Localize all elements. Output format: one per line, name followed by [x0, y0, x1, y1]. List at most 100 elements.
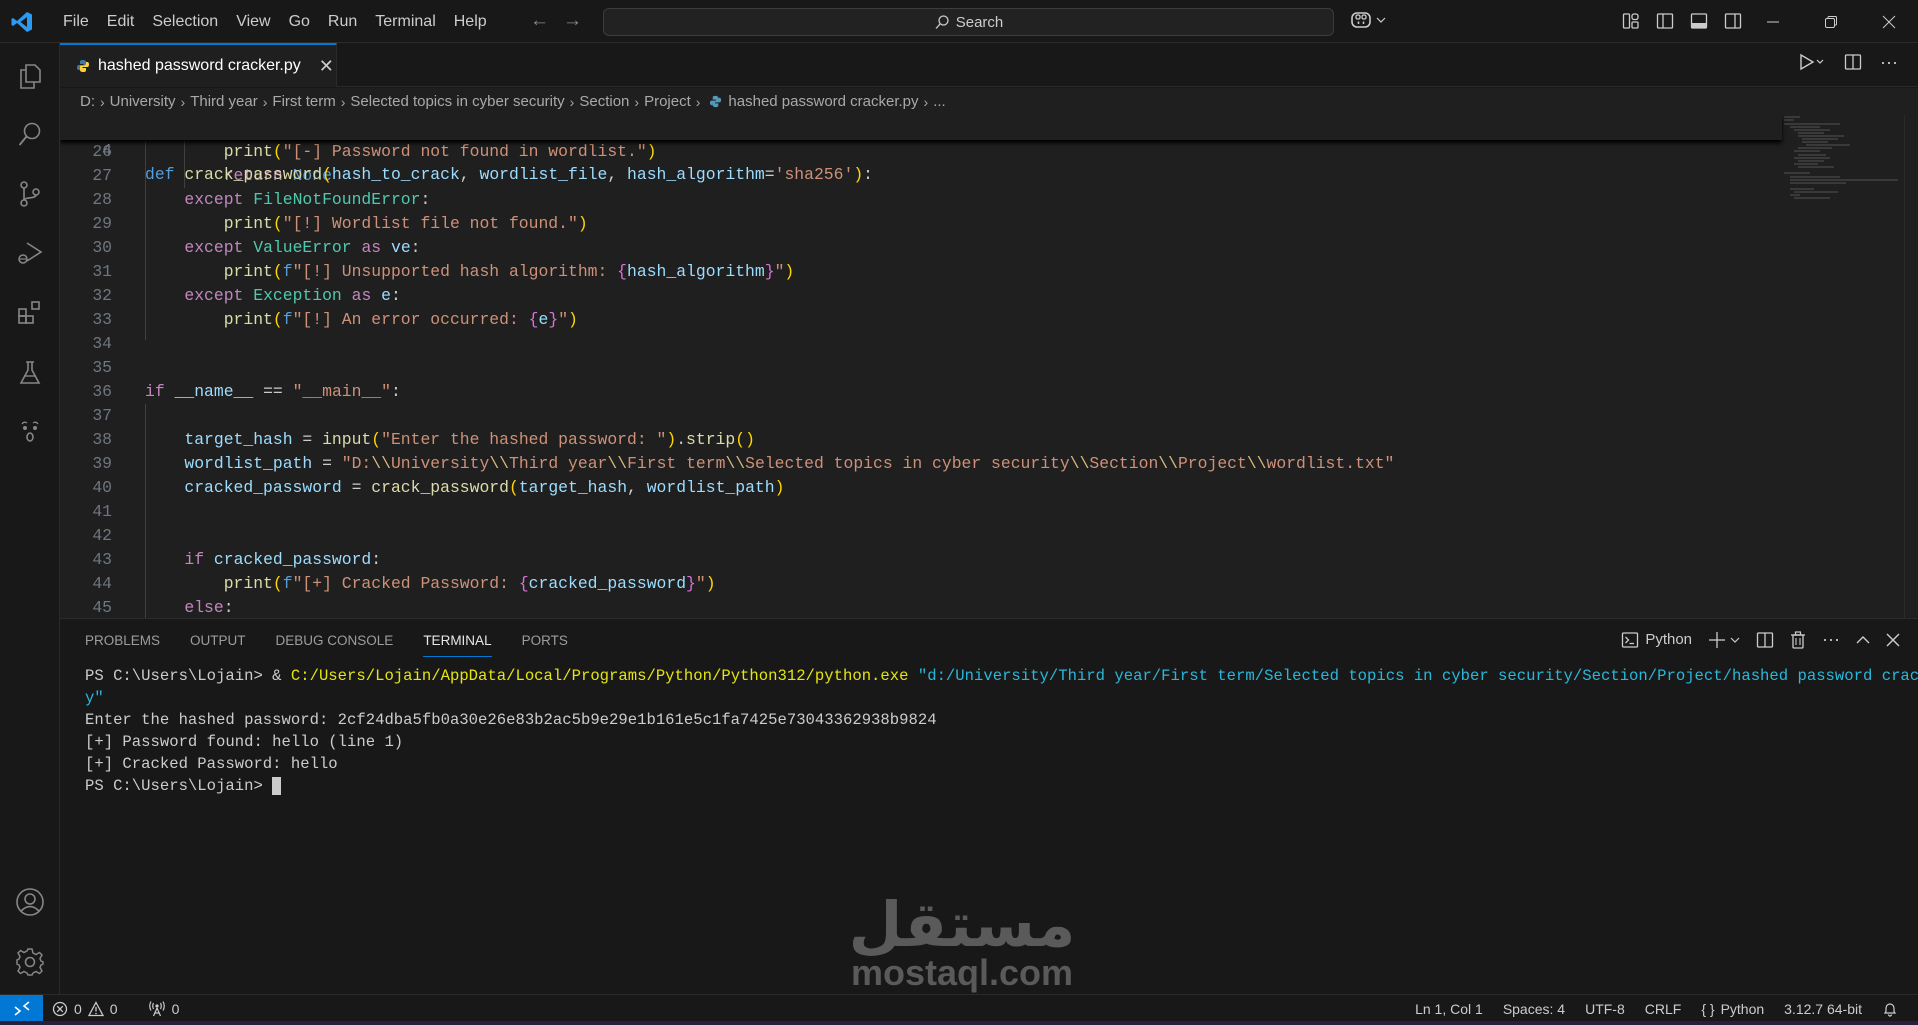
code-line-row: 33 print(f"[!] An error occurred: {e}")	[60, 308, 1780, 332]
cursor-position[interactable]: Ln 1, Col 1	[1415, 1001, 1483, 1017]
chevron-right-icon: ›	[695, 93, 701, 110]
code-line-row: 35	[60, 356, 1780, 380]
python-file-icon	[76, 59, 90, 73]
code-line-row: 28 except FileNotFoundError:	[60, 188, 1780, 212]
menu-selection[interactable]: Selection	[143, 0, 227, 43]
close-tab-icon[interactable]: ✕	[319, 56, 334, 77]
tab-ports[interactable]: PORTS	[522, 619, 568, 663]
menu-edit[interactable]: Edit	[98, 0, 144, 43]
terminal-operator: &	[272, 667, 291, 685]
menu-bar: File Edit Selection View Go Run Terminal…	[54, 0, 496, 43]
warning-count: 0	[109, 1000, 118, 1017]
chevron-right-icon: ›	[340, 93, 346, 110]
line-number: 35	[92, 358, 112, 377]
mostaql-watermark: مستقل mostaql.com	[842, 894, 1082, 993]
terminal-instance-selector[interactable]: Python	[1621, 631, 1692, 649]
tab-terminal[interactable]: TERMINAL	[423, 619, 492, 663]
python-interpreter[interactable]: 3.12.7 64-bit	[1784, 1001, 1862, 1017]
maximize-panel-chevron-up-icon[interactable]	[1856, 635, 1870, 645]
menu-file[interactable]: File	[54, 0, 98, 43]
code-line: cracked_password = crack_password(target…	[184, 478, 785, 497]
ports-count: 0	[171, 1000, 180, 1017]
tab-debug-console[interactable]: DEBUG CONSOLE	[276, 619, 394, 663]
code-line-row: 40 cracked_password = crack_password(tar…	[60, 476, 1780, 500]
python-environments-icon[interactable]	[13, 414, 47, 448]
terminal-prompt: PS C:\Users\Lojain>	[85, 777, 273, 795]
watermark-latin: mostaql.com	[850, 952, 1074, 993]
run-python-file-icon[interactable]	[1798, 53, 1826, 71]
language-mode[interactable]: { } Python	[1701, 1001, 1764, 1017]
close-window-button[interactable]	[1860, 0, 1918, 43]
breadcrumb-item[interactable]: University	[110, 93, 176, 110]
remote-indicator-button[interactable]	[0, 995, 43, 1022]
code-line-row: 29 print("[!] Wordlist file not found.")	[60, 212, 1780, 236]
line-number: 45	[92, 598, 112, 617]
new-terminal-button[interactable]	[1708, 631, 1740, 649]
menu-terminal[interactable]: Terminal	[366, 0, 444, 43]
indentation[interactable]: Spaces: 4	[1503, 1001, 1565, 1017]
accounts-icon[interactable]	[13, 885, 47, 919]
line-number: 30	[92, 238, 112, 257]
breadcrumb-file[interactable]: hashed password cracker.py	[728, 93, 918, 110]
more-actions-icon[interactable]: ···	[1880, 53, 1898, 71]
menu-view[interactable]: View	[227, 0, 279, 43]
extensions-icon[interactable]	[13, 296, 47, 330]
tab-hashed-password-cracker[interactable]: hashed password cracker.py ✕	[60, 43, 337, 87]
kill-terminal-trash-icon[interactable]	[1790, 630, 1806, 649]
terminal-output-line: [+] Cracked Password: hello	[85, 755, 338, 773]
menu-help[interactable]: Help	[445, 0, 496, 43]
terminal-argument-wrap: y"	[85, 689, 104, 707]
breadcrumb-item[interactable]: Project	[644, 93, 691, 110]
copilot-button[interactable]	[1350, 10, 1386, 30]
line-number: 38	[92, 430, 112, 449]
tab-output[interactable]: OUTPUT	[190, 619, 246, 663]
breadcrumb-item[interactable]: Third year	[190, 93, 258, 110]
code-line: except ValueError as ve:	[184, 238, 421, 257]
source-control-icon[interactable]	[13, 177, 47, 211]
breadcrumb-item[interactable]: D:	[80, 93, 95, 110]
testing-icon[interactable]	[13, 356, 47, 390]
back-arrow-icon[interactable]: ←	[530, 10, 549, 32]
toggle-primary-sidebar-icon[interactable]	[1654, 10, 1676, 32]
run-and-debug-icon[interactable]	[13, 236, 47, 270]
status-problems[interactable]: 0 0 0	[52, 995, 179, 1022]
terminal-output[interactable]: PS C:\Users\Lojain> & C:/Users/Lojain/Ap…	[85, 665, 1918, 797]
code-editor[interactable]: 4 def crack_password(hash_to_crack, word…	[60, 115, 1918, 618]
more-actions-icon[interactable]: ···	[1822, 629, 1840, 650]
explorer-icon[interactable]	[13, 59, 47, 93]
toggle-panel-icon[interactable]	[1688, 10, 1710, 32]
command-center-search[interactable]: Search	[603, 8, 1334, 36]
notifications-bell-icon[interactable]	[1882, 1001, 1898, 1017]
line-number: 39	[92, 454, 112, 473]
menu-go[interactable]: Go	[280, 0, 319, 43]
sticky-scroll-line[interactable]: 4 def crack_password(hash_to_crack, word…	[60, 115, 1782, 184]
tab-problems[interactable]: PROBLEMS	[85, 619, 160, 663]
breadcrumb-symbols[interactable]: ...	[933, 93, 946, 110]
forward-arrow-icon[interactable]: →	[563, 10, 582, 32]
terminal-output-line: [+] Password found: hello (line 1)	[85, 733, 404, 751]
line-number: 29	[92, 214, 112, 233]
restore-button[interactable]	[1802, 0, 1860, 43]
toggle-secondary-sidebar-icon[interactable]	[1722, 10, 1744, 32]
line-number: 40	[92, 478, 112, 497]
breadcrumb-item[interactable]: Selected topics in cyber security	[350, 93, 564, 110]
minimize-button[interactable]	[1744, 0, 1802, 43]
encoding[interactable]: UTF-8	[1585, 1001, 1625, 1017]
line-number: 34	[92, 334, 112, 353]
settings-gear-icon[interactable]	[13, 945, 47, 979]
search-label: Search	[955, 13, 1004, 31]
minimap[interactable]	[1780, 115, 1900, 235]
end-of-line[interactable]: CRLF	[1645, 1001, 1682, 1017]
customize-layout-icon[interactable]	[1620, 10, 1642, 32]
menu-run[interactable]: Run	[319, 0, 366, 43]
breadcrumb-item[interactable]: Section	[579, 93, 629, 110]
split-editor-icon[interactable]	[1844, 53, 1862, 71]
split-terminal-icon[interactable]	[1756, 631, 1774, 649]
close-panel-icon[interactable]	[1886, 633, 1900, 647]
broadcast-ports-icon	[148, 1000, 165, 1016]
breadcrumb-item[interactable]: First term	[272, 93, 335, 110]
editor-vertical-scrollbar[interactable]	[1904, 115, 1918, 618]
error-icon	[52, 1001, 68, 1016]
search-icon[interactable]	[13, 117, 47, 151]
line-number: 44	[92, 574, 112, 593]
